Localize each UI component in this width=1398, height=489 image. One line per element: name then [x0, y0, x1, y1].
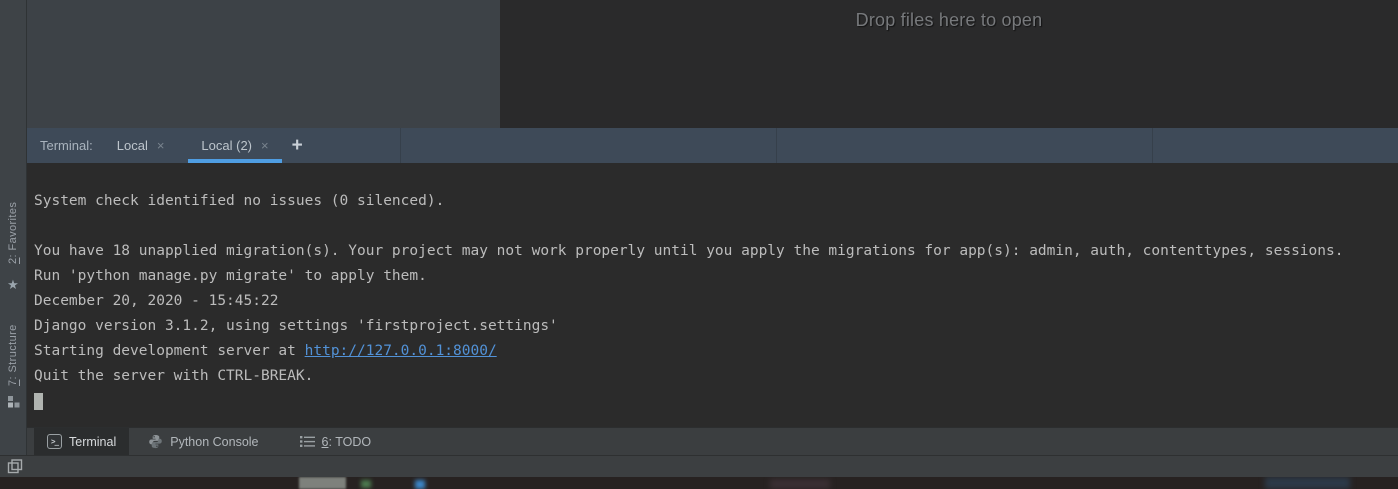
favorites-star-icon[interactable]: ★	[0, 278, 26, 292]
server-line-prefix: Starting development server at	[34, 343, 305, 359]
session-tab-local[interactable]: Local ×	[104, 128, 178, 163]
tab-python-console[interactable]: Python Console	[135, 428, 271, 455]
taskbar-blur	[1265, 477, 1350, 489]
terminal-line	[34, 389, 1398, 414]
terminal-output[interactable]: System check identified no issues (0 sil…	[27, 163, 1398, 427]
taskbar-blur	[361, 480, 371, 488]
left-toolwindow-stripe: 2: Favorites ★ 7: Structure	[0, 0, 27, 455]
taskbar-blur	[770, 479, 830, 489]
tab-terminal-label: Terminal	[69, 434, 117, 449]
server-url-link[interactable]: http://127.0.0.1:8000/	[305, 343, 497, 359]
tab-python-console-label: Python Console	[170, 434, 259, 449]
tool-window-bar: >_ Terminal Python Console 6: TODO	[27, 427, 1398, 455]
tabbar-separator	[400, 128, 401, 163]
terminal-line: Run 'python manage.py migrate' to apply …	[34, 268, 427, 284]
session-tab-local-2[interactable]: Local (2) ×	[188, 128, 282, 163]
close-icon[interactable]: ×	[157, 139, 165, 152]
drop-files-hint: Drop files here to open	[855, 10, 1043, 30]
session-tab-label: Local (2)	[201, 138, 252, 153]
tabbar-separator	[1152, 128, 1153, 163]
terminal-line: December 20, 2020 - 15:45:22	[34, 293, 279, 309]
close-icon[interactable]: ×	[261, 139, 269, 152]
taskbar-sliver	[0, 477, 1398, 489]
taskbar-blur	[415, 480, 425, 489]
terminal-line: Django version 3.1.2, using settings 'fi…	[34, 318, 558, 334]
tabbar-separator	[776, 128, 777, 163]
terminal-line: System check identified no issues (0 sil…	[34, 193, 445, 209]
top-left-panel	[27, 0, 500, 128]
structure-label: : Structure	[7, 324, 19, 380]
toolwindow-switcher-icon[interactable]	[7, 459, 23, 474]
pycharm-window: 2: Favorites ★ 7: Structure Drop files h…	[0, 0, 1398, 489]
favorites-label: : Favorites	[7, 201, 19, 258]
terminal-line: Quit the server with CTRL-BREAK.	[34, 368, 314, 384]
todo-list-icon	[299, 436, 315, 447]
terminal-tabbar-title: Terminal:	[40, 138, 93, 153]
editor-empty-area[interactable]: Drop files here to open	[500, 0, 1398, 128]
terminal-cursor	[34, 393, 43, 410]
terminal-line: Starting development server at http://12…	[34, 339, 1398, 364]
taskbar-blur	[299, 477, 346, 489]
terminal-session-tabbar: Terminal: Local × Local (2) × +	[27, 128, 1398, 163]
python-icon	[149, 434, 163, 449]
status-bar	[0, 455, 1398, 477]
structure-blocks-icon	[7, 396, 19, 408]
sidebar-item-structure[interactable]: 7: Structure	[0, 316, 26, 394]
structure-mnemonic: 7	[7, 379, 19, 386]
tab-todo-label: : TODO	[328, 434, 372, 449]
structure-icon[interactable]	[0, 395, 26, 408]
session-tab-label: Local	[116, 138, 148, 153]
terminal-line: You have 18 unapplied migration(s). Your…	[34, 243, 1344, 259]
terminal-icon: >_	[47, 434, 62, 449]
tab-terminal[interactable]: >_ Terminal	[34, 428, 130, 455]
sidebar-item-favorites[interactable]: 2: Favorites	[0, 196, 26, 270]
favorites-mnemonic: 2	[7, 257, 19, 265]
new-session-plus-icon[interactable]: +	[292, 136, 303, 155]
tab-todo[interactable]: 6: TODO	[287, 428, 385, 455]
